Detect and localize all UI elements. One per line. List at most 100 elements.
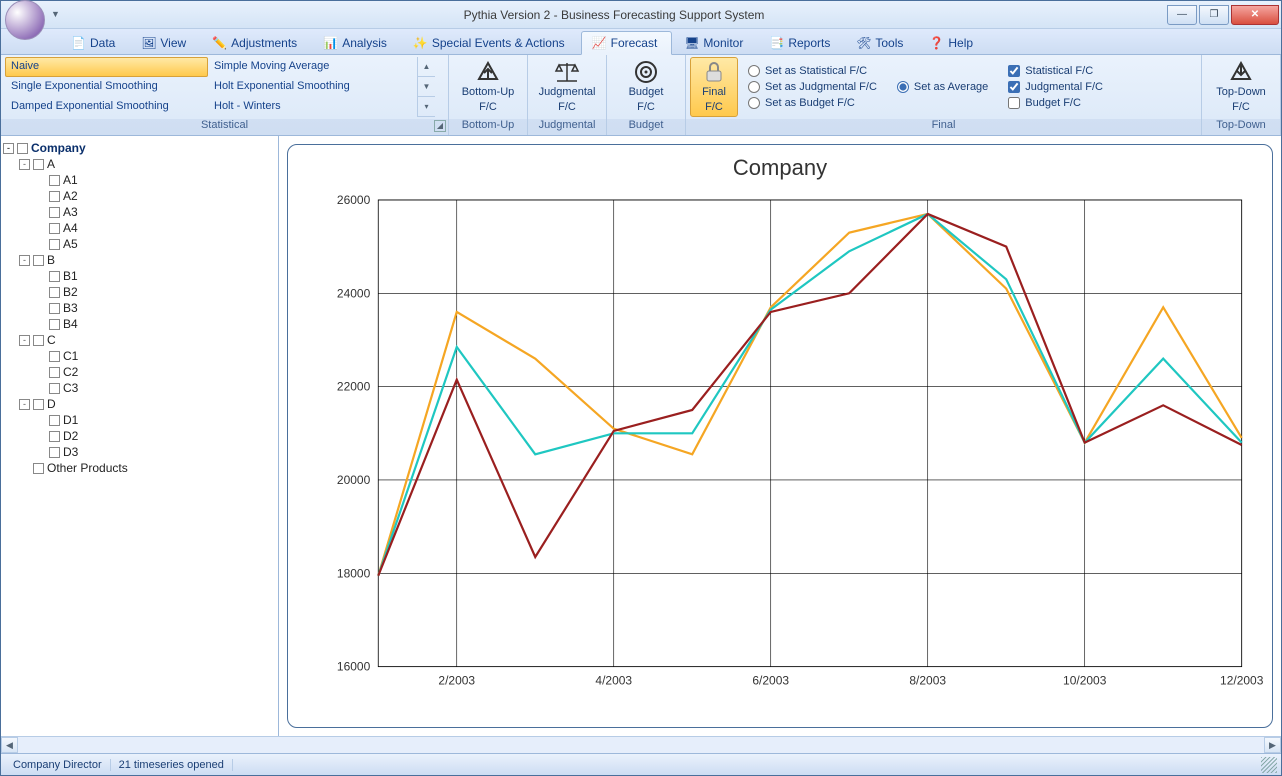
tree-checkbox[interactable] <box>33 159 44 170</box>
statistical-methods-gallery[interactable]: Naive Simple Moving Average Single Expon… <box>5 57 435 117</box>
tree-node[interactable]: C1 <box>3 348 276 364</box>
tree-checkbox[interactable] <box>49 319 60 330</box>
tab-forecast[interactable]: 📈Forecast <box>581 31 673 55</box>
method-ses[interactable]: Single Exponential Smoothing <box>5 77 208 97</box>
minimize-button[interactable]: — <box>1167 5 1197 25</box>
tab-data[interactable]: 📄Data <box>61 32 129 54</box>
close-button[interactable]: ✕ <box>1231 5 1279 25</box>
tree-checkbox[interactable] <box>49 271 60 282</box>
tree-node[interactable]: -D <box>3 396 276 412</box>
tree-node[interactable]: Other Products <box>3 460 276 476</box>
check-budget[interactable]: Budget F/C <box>1008 97 1103 109</box>
hierarchy-tree[interactable]: -Company-AA1A2A3A4A5-BB1B2B3B4-CC1C2C3-D… <box>1 136 279 736</box>
resize-grip-icon[interactable] <box>1261 757 1277 773</box>
tree-checkbox[interactable] <box>49 191 60 202</box>
tab-analysis[interactable]: 📊Analysis <box>313 32 401 54</box>
budget-button[interactable]: BudgetF/C <box>611 57 681 117</box>
tree-node[interactable]: A4 <box>3 220 276 236</box>
radio-set-budget[interactable]: Set as Budget F/C <box>748 97 877 109</box>
maximize-button[interactable]: ❐ <box>1199 5 1229 25</box>
tab-adjustments[interactable]: ✏️Adjustments <box>202 32 311 54</box>
top-down-button[interactable]: Top-DownF/C <box>1206 57 1276 117</box>
horizontal-scrollbar[interactable]: ◀ ▶ <box>1 736 1281 753</box>
tab-help[interactable]: ❓Help <box>919 32 987 54</box>
tree-label: D3 <box>63 445 78 459</box>
check-judgmental[interactable]: Judgmental F/C <box>1008 81 1103 93</box>
check-statistical[interactable]: Statistical F/C <box>1008 65 1103 77</box>
status-bar: Company Director 21 timeseries opened <box>1 753 1281 775</box>
app-logo[interactable] <box>5 0 45 40</box>
radio-set-judgmental[interactable]: Set as Judgmental F/C <box>748 81 877 93</box>
method-damped[interactable]: Damped Exponential Smoothing <box>5 97 208 117</box>
tree-checkbox[interactable] <box>49 351 60 362</box>
tree-node[interactable]: A1 <box>3 172 276 188</box>
qat-dropdown-icon[interactable]: ▼ <box>51 9 63 21</box>
tree-checkbox[interactable] <box>49 287 60 298</box>
tree-checkbox[interactable] <box>49 415 60 426</box>
tree-node[interactable]: B4 <box>3 316 276 332</box>
method-sma[interactable]: Simple Moving Average <box>208 57 411 77</box>
radio-set-average[interactable]: Set as Average <box>897 81 988 93</box>
tree-checkbox[interactable] <box>33 335 44 346</box>
bottom-up-button[interactable]: Bottom-UpF/C <box>453 57 523 117</box>
tree-checkbox[interactable] <box>17 143 28 154</box>
tab-view[interactable]: 🖼View <box>131 32 200 54</box>
tree-checkbox[interactable] <box>33 463 44 474</box>
svg-text:18000: 18000 <box>337 567 371 581</box>
tab-tools[interactable]: 🛠Tools <box>846 32 917 54</box>
tree-checkbox[interactable] <box>49 367 60 378</box>
tree-checkbox[interactable] <box>49 207 60 218</box>
tab-reports[interactable]: 📑Reports <box>759 32 844 54</box>
tree-checkbox[interactable] <box>49 303 60 314</box>
tree-node[interactable]: D2 <box>3 428 276 444</box>
method-naive[interactable]: Naive <box>5 57 208 77</box>
monitor-icon: 🖥 <box>684 36 698 50</box>
tree-node[interactable]: A3 <box>3 204 276 220</box>
radio-set-statistical[interactable]: Set as Statistical F/C <box>748 65 877 77</box>
final-fc-button[interactable]: FinalF/C <box>690 57 738 117</box>
expand-icon[interactable]: - <box>19 159 30 170</box>
tree-checkbox[interactable] <box>49 239 60 250</box>
tree-checkbox[interactable] <box>49 175 60 186</box>
chart-panel: Company 1600018000200002200024000260002/… <box>287 144 1273 728</box>
tree-checkbox[interactable] <box>49 431 60 442</box>
tree-checkbox[interactable] <box>49 223 60 234</box>
tree-node[interactable]: A5 <box>3 236 276 252</box>
expand-icon[interactable]: - <box>19 399 30 410</box>
scroll-left-icon[interactable]: ◀ <box>1 737 18 753</box>
tree-node[interactable]: -Company <box>3 140 276 156</box>
tree-node[interactable]: D1 <box>3 412 276 428</box>
svg-text:12/2003: 12/2003 <box>1220 674 1264 688</box>
method-hw[interactable]: Holt - Winters <box>208 97 411 117</box>
expand-icon[interactable]: - <box>19 335 30 346</box>
status-user: Company Director <box>5 759 111 771</box>
tab-special[interactable]: ✨Special Events & Actions <box>403 32 579 54</box>
expand-icon[interactable]: - <box>3 143 14 154</box>
tree-checkbox[interactable] <box>49 383 60 394</box>
tree-node[interactable]: D3 <box>3 444 276 460</box>
judgmental-button[interactable]: JudgmentalF/C <box>532 57 602 117</box>
tree-checkbox[interactable] <box>33 255 44 266</box>
analysis-icon: 📊 <box>323 36 337 50</box>
tree-node[interactable]: -C <box>3 332 276 348</box>
dialog-launcher-icon[interactable]: ◢ <box>434 120 446 132</box>
help-icon: ❓ <box>929 36 943 50</box>
tab-monitor[interactable]: 🖥Monitor <box>674 32 757 54</box>
tree-node[interactable]: B1 <box>3 268 276 284</box>
ribbon: Naive Simple Moving Average Single Expon… <box>1 55 1281 136</box>
tree-node[interactable]: C3 <box>3 380 276 396</box>
method-holt[interactable]: Holt Exponential Smoothing <box>208 77 411 97</box>
expand-icon[interactable]: - <box>19 255 30 266</box>
tree-node[interactable]: A2 <box>3 188 276 204</box>
gallery-scroll[interactable]: ▲▼▾ <box>417 57 435 117</box>
tree-label: B4 <box>63 317 78 331</box>
svg-text:6/2003: 6/2003 <box>752 674 789 688</box>
tree-node[interactable]: -B <box>3 252 276 268</box>
tree-checkbox[interactable] <box>49 447 60 458</box>
tree-node[interactable]: B2 <box>3 284 276 300</box>
tree-node[interactable]: -A <box>3 156 276 172</box>
tree-node[interactable]: B3 <box>3 300 276 316</box>
tree-checkbox[interactable] <box>33 399 44 410</box>
scroll-right-icon[interactable]: ▶ <box>1264 737 1281 753</box>
tree-node[interactable]: C2 <box>3 364 276 380</box>
